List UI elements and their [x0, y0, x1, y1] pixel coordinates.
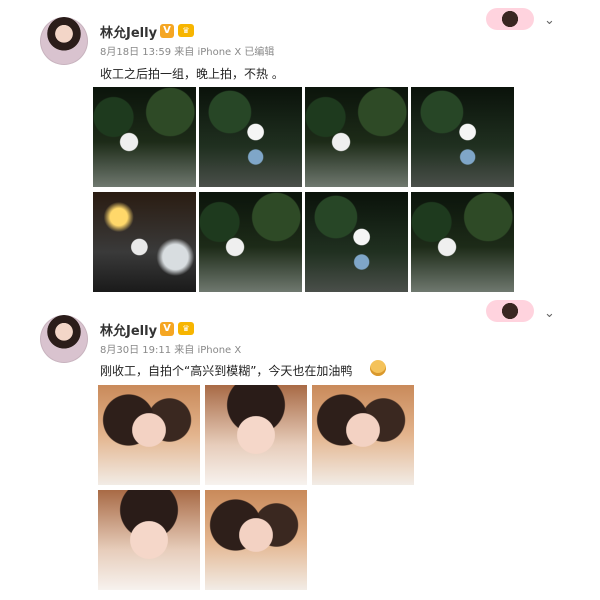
photo-thumbnail[interactable]: [199, 192, 302, 292]
sticker-icon: [486, 8, 534, 30]
post-text: 刚收工，自拍个“高兴到模糊”，今天也在加油鸭: [100, 364, 353, 378]
fist-emoji-icon: [370, 360, 386, 376]
photo-thumbnail[interactable]: [305, 192, 408, 292]
photo-thumbnail[interactable]: [98, 385, 200, 485]
photo-thumbnail[interactable]: [98, 490, 200, 590]
photo-thumbnail[interactable]: [199, 87, 302, 187]
verified-badge-icon: V: [160, 24, 174, 38]
avatar[interactable]: [40, 17, 88, 65]
crown-badge-icon: ♛: [178, 322, 194, 335]
crown-badge-icon: ♛: [178, 24, 194, 37]
username[interactable]: 林允Jelly: [100, 320, 157, 339]
photo-thumbnail[interactable]: [93, 192, 196, 292]
photo-thumbnail[interactable]: [411, 87, 514, 187]
verified-badge-icon: V: [160, 322, 174, 336]
photo-thumbnail[interactable]: [411, 192, 514, 292]
post-meta: 8月30日 19:11 来自 iPhone X: [100, 345, 242, 356]
photo-thumbnail[interactable]: [205, 385, 307, 485]
photo-thumbnail[interactable]: [305, 87, 408, 187]
photo-thumbnail[interactable]: [93, 87, 196, 187]
photo-thumbnail[interactable]: [312, 385, 414, 485]
photo-thumbnail[interactable]: [205, 490, 307, 590]
avatar[interactable]: [40, 315, 88, 363]
sticker-icon: [486, 300, 534, 322]
chevron-down-icon[interactable]: ⌄: [544, 306, 555, 321]
post-meta: 8月18日 13:59 来自 iPhone X 已编辑: [100, 47, 275, 58]
chevron-down-icon[interactable]: ⌄: [544, 13, 555, 28]
post-text: 收工之后拍一组，晚上拍，不热 。: [100, 67, 284, 81]
username[interactable]: 林允Jelly: [100, 22, 157, 41]
